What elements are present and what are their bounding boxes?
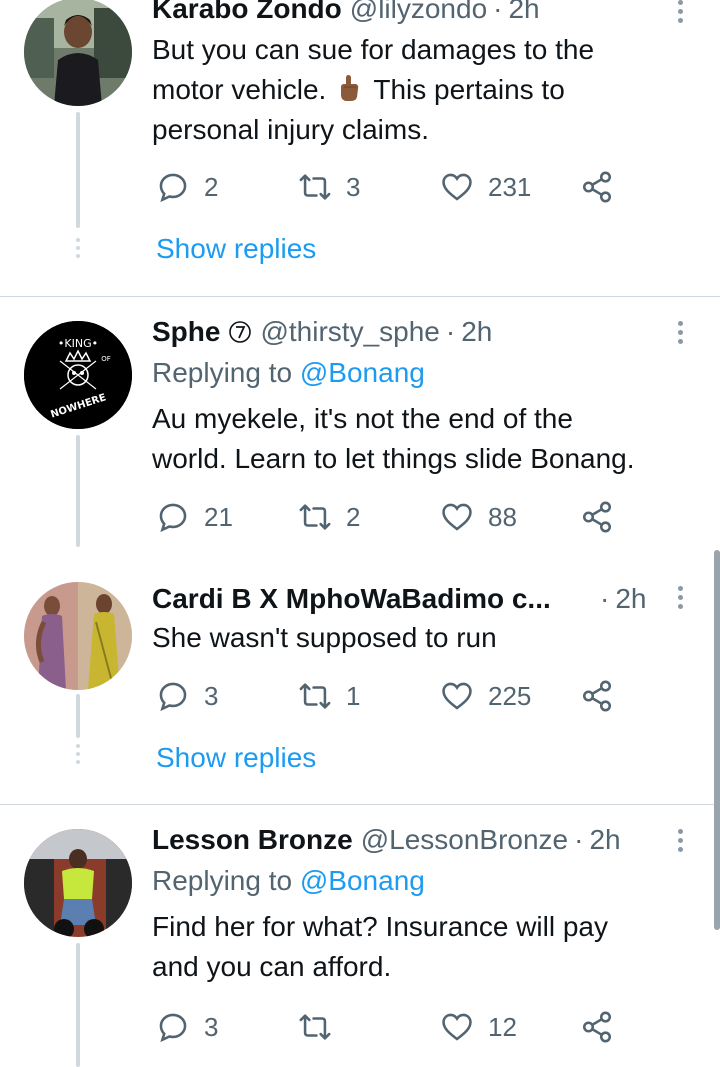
heart-icon: [442, 682, 472, 710]
avatar[interactable]: •KING• OF NOWHERE: [24, 321, 132, 429]
reply-icon: [159, 1013, 187, 1043]
share-icon: [582, 680, 612, 712]
like-button[interactable]: 225: [440, 676, 531, 716]
retweet-icon: [299, 683, 331, 709]
hand-pointing-up-emoji-icon: [341, 75, 359, 101]
reply-count: 3: [204, 1011, 219, 1042]
mention-link[interactable]: @Bonang: [300, 357, 425, 388]
tweet-text-line: world. Learn to let things slide Bonang.: [152, 443, 635, 474]
show-replies-link[interactable]: Show replies: [156, 229, 316, 269]
timestamp[interactable]: 2h: [615, 583, 646, 614]
reply-icon: [159, 173, 187, 203]
author-handle[interactable]: @thirsty_sphe: [260, 315, 439, 349]
retweet-count: 1: [346, 680, 361, 711]
more-options-button[interactable]: [676, 586, 684, 609]
replying-prefix: Replying to: [152, 865, 293, 896]
reply-button[interactable]: 3: [156, 676, 218, 716]
tweet-text-line: and you can afford.: [152, 951, 392, 982]
reply-count: 21: [204, 501, 233, 532]
timestamp[interactable]: 2h: [589, 823, 620, 857]
like-button[interactable]: 12: [440, 1007, 517, 1047]
separator: ·: [600, 583, 610, 614]
author-handle[interactable]: @LessonBronze: [361, 823, 568, 857]
replying-to: Replying to @Bonang: [152, 861, 660, 901]
retweet-button[interactable]: 1: [298, 676, 360, 716]
tweet-text-line: Find her for what? Insurance will pay: [152, 911, 608, 942]
retweet-button[interactable]: [298, 1007, 346, 1047]
reply-icon: [159, 503, 187, 533]
like-button[interactable]: 231: [440, 167, 531, 207]
avatar-text-king: •KING•: [58, 337, 98, 350]
author-handle[interactable]: @lilyzondo: [350, 0, 487, 26]
avatar[interactable]: [24, 0, 132, 106]
tweet-cardi[interactable]: Cardi B X MphoWaBadimo c... · 2h She wasn…: [0, 560, 720, 803]
more-options-button[interactable]: [676, 321, 684, 344]
more-options-button[interactable]: [676, 0, 684, 23]
more-options-button[interactable]: [676, 829, 684, 852]
like-count: 225: [488, 680, 532, 711]
like-button[interactable]: 88: [440, 497, 517, 537]
heart-icon: [442, 1013, 472, 1041]
separator: ·: [445, 316, 456, 347]
seven-circle-icon: [229, 321, 252, 343]
mention-link[interactable]: @Bonang: [300, 865, 425, 896]
tweet-sphe[interactable]: •KING• OF NOWHERE Sphe @thirsty_sphe · 2…: [0, 297, 720, 547]
separator: ·: [493, 0, 503, 24]
author-name[interactable]: Karabo Zondo: [152, 0, 342, 26]
replying-prefix: Replying to: [152, 357, 293, 388]
retweet-icon: [299, 1014, 331, 1040]
like-count: 88: [488, 501, 517, 532]
tweet-text: Find her for what? Insurance will pay an…: [152, 907, 692, 987]
retweet-button[interactable]: 2: [298, 497, 360, 537]
timestamp[interactable]: 2h: [508, 0, 539, 26]
share-button[interactable]: [580, 167, 614, 207]
avatar[interactable]: [24, 829, 132, 937]
share-icon: [582, 501, 612, 533]
author-name[interactable]: Lesson Bronze: [152, 823, 353, 857]
share-button[interactable]: [580, 1007, 614, 1047]
tweet-text: She wasn't supposed to run: [152, 618, 672, 658]
tweet-karabo[interactable]: Karabo Zondo @lilyzondo · 2h But you can…: [0, 0, 720, 296]
reply-button[interactable]: 21: [156, 497, 233, 537]
tweet-text-line: Au myekele, it's not the end of the: [152, 403, 573, 434]
author-name[interactable]: Cardi B X MphoWaBadimo c...: [152, 582, 551, 616]
timestamp[interactable]: 2h: [461, 315, 492, 349]
retweet-button[interactable]: 3: [298, 167, 360, 207]
heart-icon: [442, 173, 472, 201]
timestamp-group: · 2h: [594, 582, 646, 616]
reply-count: 2: [204, 171, 219, 202]
like-count: 231: [488, 171, 532, 202]
tweet-text-line: personal injury claims.: [152, 114, 429, 145]
tweet-text: But you can sue for damages to the motor…: [152, 30, 672, 150]
reply-icon: [159, 682, 187, 712]
reply-button[interactable]: 3: [156, 1007, 218, 1047]
tweet-text-line: She wasn't supposed to run: [152, 622, 497, 653]
scrollbar[interactable]: [714, 550, 720, 930]
tweet-lesson[interactable]: Lesson Bronze @LessonBronze · 2h Replyin…: [0, 805, 720, 1067]
share-icon: [582, 171, 612, 203]
tweet-text-line: motor vehicle.: [152, 74, 327, 105]
like-count: 12: [488, 1011, 517, 1042]
replying-to: Replying to @Bonang: [152, 353, 660, 393]
tweet-text-line: This pertains to: [373, 74, 565, 105]
share-icon: [582, 1011, 612, 1043]
retweet-count: 3: [346, 171, 361, 202]
author-name[interactable]: Sphe: [152, 315, 220, 349]
avatar[interactable]: [24, 582, 132, 690]
retweet-icon: [299, 504, 331, 530]
heart-icon: [442, 503, 472, 531]
reply-button[interactable]: 2: [156, 167, 218, 207]
avatar-text-of: OF: [101, 355, 111, 363]
share-button[interactable]: [580, 676, 614, 716]
retweet-icon: [299, 174, 331, 200]
share-button[interactable]: [580, 497, 614, 537]
separator: ·: [574, 824, 584, 855]
tweet-text-line: But you can sue for damages to the: [152, 34, 595, 65]
retweet-count: 2: [346, 501, 361, 532]
show-replies-link[interactable]: Show replies: [156, 738, 316, 778]
tweet-text: Au myekele, it's not the end of the worl…: [152, 399, 712, 479]
reply-count: 3: [204, 680, 219, 711]
